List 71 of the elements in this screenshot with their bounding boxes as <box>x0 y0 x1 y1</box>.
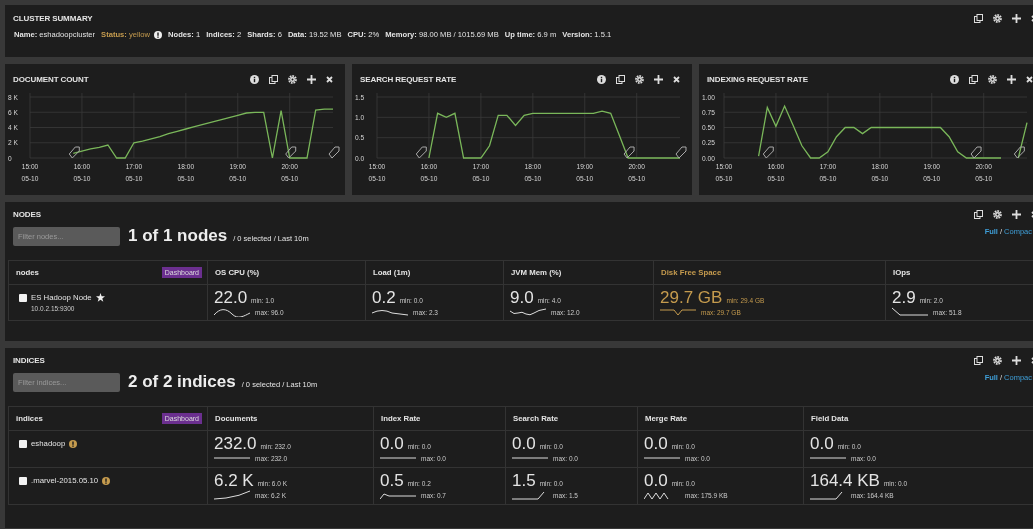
metric-value: 0.0 <box>644 472 668 489</box>
checkbox[interactable] <box>19 439 27 448</box>
tag-icon <box>971 147 982 158</box>
copy-icon[interactable] <box>974 13 983 23</box>
panel-title: INDICES <box>13 355 45 365</box>
sparkline <box>644 457 681 459</box>
info-icon[interactable] <box>250 74 259 84</box>
panel-title: DOCUMENT COUNT <box>13 74 89 84</box>
panel-title: INDEXING REQUEST RATE <box>707 74 808 84</box>
move-icon[interactable] <box>654 74 663 84</box>
panel-title: NODES <box>13 209 41 219</box>
move-icon[interactable] <box>307 74 316 84</box>
copy-icon[interactable] <box>974 355 983 365</box>
move-icon[interactable] <box>1012 209 1021 219</box>
sparkline <box>380 457 417 459</box>
close-icon[interactable] <box>326 75 333 83</box>
sparkline <box>214 490 251 500</box>
sparkline <box>512 457 549 459</box>
info-icon[interactable] <box>597 74 606 84</box>
item-count: 1 of 1 nodes <box>128 226 228 246</box>
sparkline <box>892 307 929 317</box>
metric-value: 2.9 <box>892 289 916 306</box>
move-icon[interactable] <box>1012 355 1021 365</box>
close-icon[interactable] <box>1026 75 1033 83</box>
copy-icon[interactable] <box>974 209 983 219</box>
move-icon[interactable] <box>1007 74 1016 84</box>
tag-icon <box>624 147 635 158</box>
settings-icon[interactable] <box>988 74 997 84</box>
sparkline <box>380 490 417 500</box>
panel-title: CLUSTER SUMMARY <box>13 13 93 23</box>
sparkline <box>810 457 847 459</box>
tag-icon <box>676 147 686 158</box>
metric-value: 0.0 <box>810 435 834 452</box>
metric-value: 232.0 <box>214 435 257 452</box>
sparkline <box>372 307 409 317</box>
move-icon[interactable] <box>1012 13 1021 23</box>
info-icon[interactable] <box>950 74 959 84</box>
sparkline <box>510 307 547 317</box>
metric-value: 0.0 <box>644 435 668 452</box>
metric-value: 1.5 <box>512 472 536 489</box>
settings-icon[interactable] <box>635 74 644 84</box>
tag-icon <box>285 147 296 158</box>
copy-icon[interactable] <box>269 74 278 84</box>
metric-value: 0.5 <box>380 472 404 489</box>
tag-icon <box>416 147 427 158</box>
settings-icon[interactable] <box>993 355 1002 365</box>
tag-icon <box>1014 147 1025 158</box>
sparkline <box>660 308 697 316</box>
copy-icon[interactable] <box>616 74 625 84</box>
settings-icon[interactable] <box>288 74 297 84</box>
metric-value: 164.4 KB <box>810 472 880 489</box>
metric-value: 9.0 <box>510 289 534 306</box>
sparkline <box>214 307 251 317</box>
metric-value: 29.7 GB <box>660 289 723 306</box>
panel-title: SEARCH REQUEST RATE <box>360 74 457 84</box>
tag-icon <box>763 147 774 158</box>
settings-icon[interactable] <box>993 209 1002 219</box>
metric-value: 0.0 <box>380 435 404 452</box>
checkbox[interactable] <box>19 476 27 485</box>
tag-icon <box>69 147 80 158</box>
tag-icon <box>329 147 339 158</box>
settings-icon[interactable] <box>993 13 1002 23</box>
checkbox[interactable] <box>19 293 27 302</box>
metric-value: 22.0 <box>214 289 248 306</box>
item-count: 2 of 2 indices <box>128 372 236 392</box>
sparkline <box>214 457 251 459</box>
metric-value: 6.2 K <box>214 472 254 489</box>
metric-value: 0.2 <box>372 289 396 306</box>
metric-value: 0.0 <box>512 435 536 452</box>
copy-icon[interactable] <box>969 74 978 84</box>
close-icon[interactable] <box>673 75 680 83</box>
